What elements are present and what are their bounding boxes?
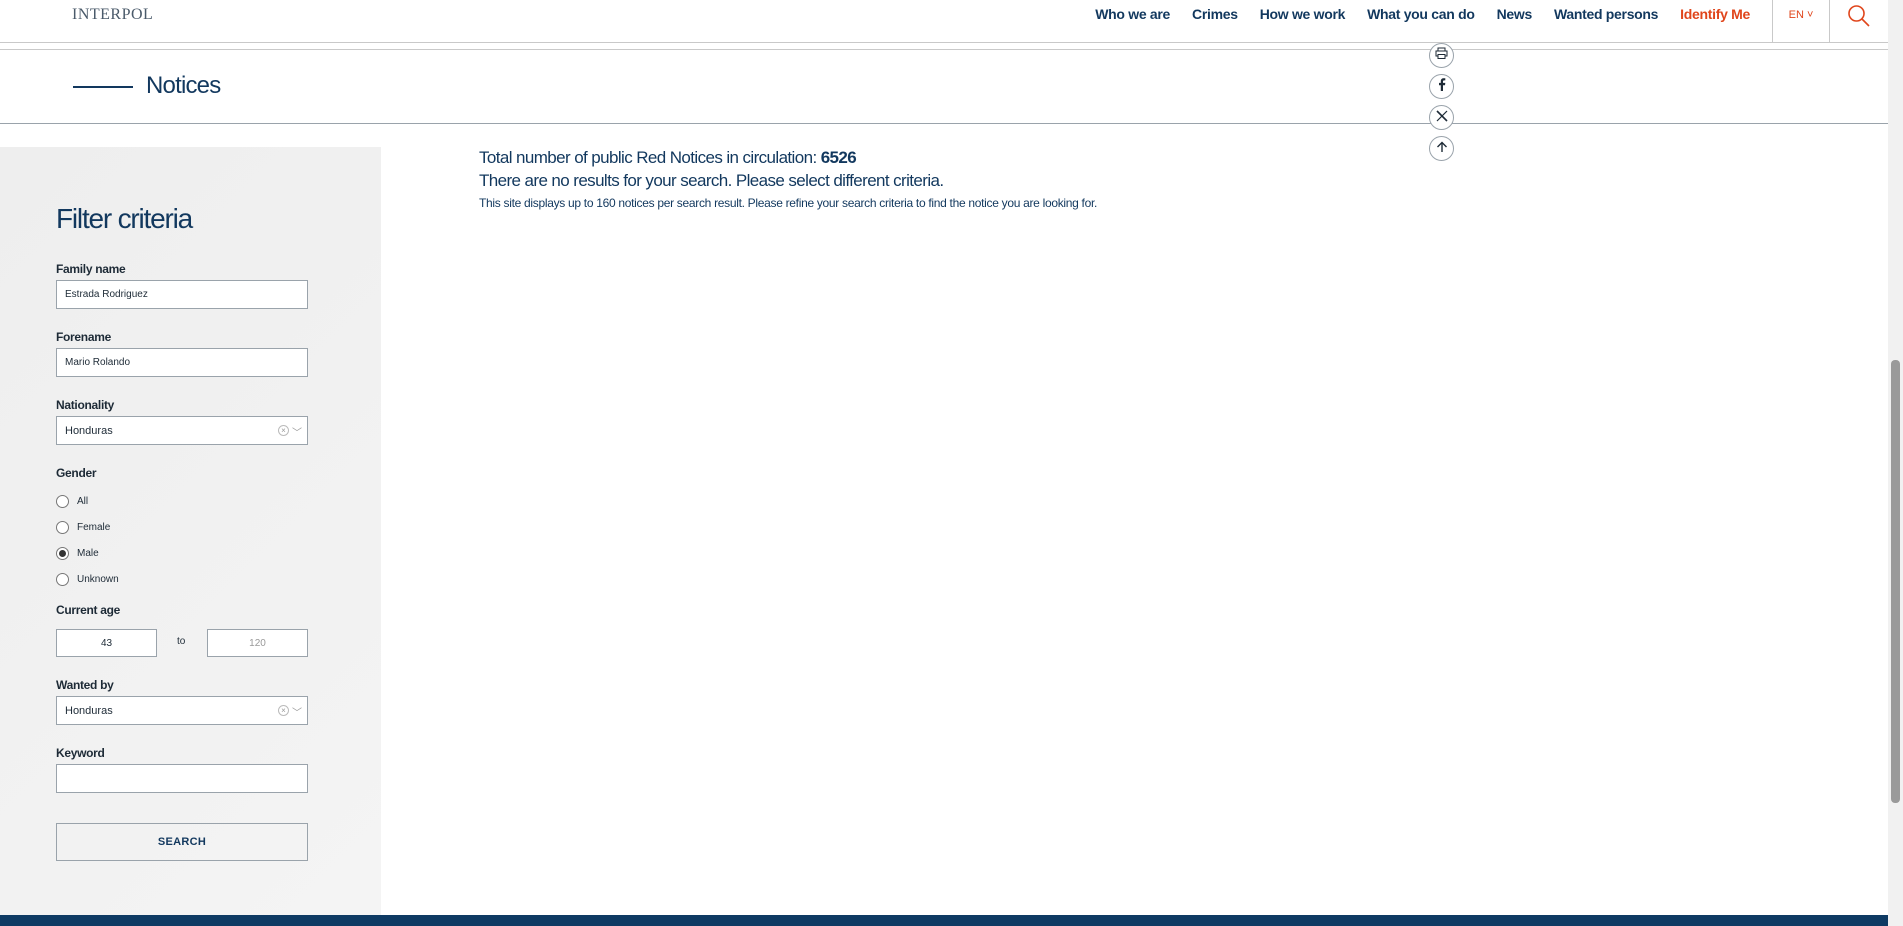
gender-option-unknown[interactable]: Unknown xyxy=(56,573,119,586)
gender-option-label: All xyxy=(77,496,89,507)
wanted-by-label: Wanted by xyxy=(56,678,114,692)
age-min-input[interactable] xyxy=(56,629,157,657)
nationality-label: Nationality xyxy=(56,398,115,412)
chevron-down-icon: ﹀ xyxy=(292,708,302,719)
top-navigation: INTERPOL Who we are Crimes How we work W… xyxy=(0,0,1888,43)
age-max-input[interactable] xyxy=(207,629,308,657)
current-age-label: Current age xyxy=(56,603,121,617)
total-notices: Total number of public Red Notices in ci… xyxy=(479,148,1097,168)
main-nav: Who we are Crimes How we work What you c… xyxy=(1095,0,1888,49)
facebook-icon xyxy=(1436,77,1448,96)
forename-input[interactable] xyxy=(56,348,308,377)
nav-wanted-persons[interactable]: Wanted persons xyxy=(1554,6,1658,22)
print-button[interactable] xyxy=(1429,43,1454,68)
keyword-input[interactable] xyxy=(56,764,308,793)
total-prefix: Total number of public Red Notices in ci… xyxy=(479,148,821,167)
radio-button[interactable] xyxy=(56,495,69,508)
page-title: Notices xyxy=(146,72,221,99)
radio-button-selected[interactable] xyxy=(56,547,69,560)
gender-option-female[interactable]: Female xyxy=(56,521,110,534)
keyword-label: Keyword xyxy=(56,746,105,760)
nav-identify-me[interactable]: Identify Me xyxy=(1680,6,1750,22)
filter-title: Filter criteria xyxy=(56,203,193,234)
gender-label: Gender xyxy=(56,466,97,480)
gender-option-label: Female xyxy=(77,522,111,533)
family-name-input[interactable] xyxy=(56,280,308,309)
total-count: 6526 xyxy=(820,148,857,167)
back-to-top-icon xyxy=(1436,140,1448,158)
forename-label: Forename xyxy=(56,330,111,344)
facebook-share-button[interactable] xyxy=(1429,74,1454,99)
results-area: Total number of public Red Notices in ci… xyxy=(479,148,1097,210)
nav-what-you-can-do[interactable]: What you can do xyxy=(1367,6,1475,22)
search-button[interactable]: SEARCH xyxy=(56,823,308,861)
family-name-label: Family name xyxy=(56,262,126,276)
filter-sidebar: Filter criteria Family name Forename Nat… xyxy=(0,147,381,915)
nationality-value: Honduras xyxy=(65,425,113,437)
chevron-down-icon: ﹀ xyxy=(292,428,302,439)
print-icon xyxy=(1435,47,1448,65)
x-icon xyxy=(1435,109,1448,127)
gender-option-all[interactable]: All xyxy=(56,495,88,508)
x-share-button[interactable] xyxy=(1429,105,1454,130)
wanted-by-select[interactable]: Honduras × ﹀ xyxy=(56,696,308,725)
age-to-label: to xyxy=(177,636,186,647)
title-decoration-line xyxy=(73,86,133,88)
language-selector[interactable]: EN ˅ xyxy=(1772,0,1830,43)
gender-option-label: Unknown xyxy=(77,574,119,585)
nav-how-we-work[interactable]: How we work xyxy=(1260,6,1346,22)
header-divider xyxy=(0,49,1888,50)
gender-option-male[interactable]: Male xyxy=(56,547,99,560)
interpol-logo[interactable]: INTERPOL xyxy=(72,6,153,24)
radio-button[interactable] xyxy=(56,573,69,586)
radio-button[interactable] xyxy=(56,521,69,534)
clear-icon[interactable]: × xyxy=(278,705,289,716)
back-to-top-button[interactable] xyxy=(1429,136,1454,161)
no-results-message: There are no results for your search. Pl… xyxy=(479,171,944,190)
clear-icon[interactable]: × xyxy=(278,425,289,436)
wanted-by-value: Honduras xyxy=(65,705,113,717)
nav-who-we-are[interactable]: Who we are xyxy=(1095,6,1170,22)
nav-news[interactable]: News xyxy=(1497,6,1533,22)
nationality-select[interactable]: Honduras × ﹀ xyxy=(56,416,308,445)
footer-band xyxy=(0,915,1888,926)
gender-option-label: Male xyxy=(77,548,99,559)
nav-crimes[interactable]: Crimes xyxy=(1192,6,1238,22)
search-icon[interactable] xyxy=(1830,0,1888,43)
results-hint: This site displays up to 160 notices per… xyxy=(479,196,1098,210)
title-divider xyxy=(0,123,1888,124)
scrollbar-thumb[interactable] xyxy=(1891,360,1900,803)
